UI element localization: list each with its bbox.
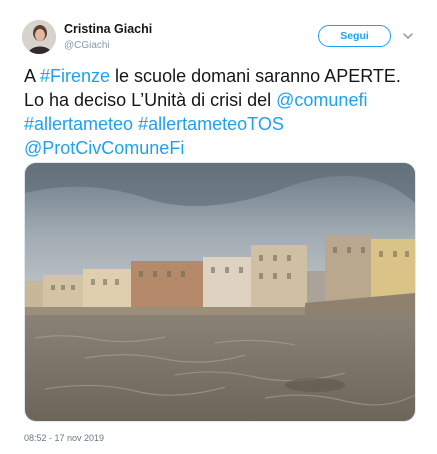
tweet-card: Cristina Giachi @CGiachi Segui A #Firenz… bbox=[0, 0, 437, 454]
avatar[interactable] bbox=[22, 20, 56, 54]
tweet-photo[interactable] bbox=[24, 162, 416, 422]
tweet-line-4: @ProtCivComuneFi bbox=[24, 136, 424, 160]
hashtag-firenze-link[interactable]: #Firenze bbox=[40, 66, 110, 86]
tweet-line-1: A #Firenze le scuole domani saranno APER… bbox=[24, 64, 424, 88]
chevron-down-icon[interactable] bbox=[402, 31, 414, 41]
hashtag-allertameteotos-link[interactable]: #allertameteoTOS bbox=[138, 114, 284, 134]
follow-button[interactable]: Segui bbox=[318, 25, 391, 47]
tweet-line-3: #allertameteo #allertameteoTOS bbox=[24, 112, 424, 136]
author-handle[interactable]: @CGiachi bbox=[64, 40, 110, 51]
mention-comunefi-link[interactable]: @comunefi bbox=[276, 90, 367, 110]
author-name[interactable]: Cristina Giachi bbox=[64, 22, 152, 36]
tweet-text: A #Firenze le scuole domani saranno APER… bbox=[24, 64, 424, 160]
mention-protcivcomunefi-link[interactable]: @ProtCivComuneFi bbox=[24, 138, 184, 158]
timestamp[interactable]: 08:52 - 17 nov 2019 bbox=[24, 433, 104, 443]
tweet-text-segment: Lo ha deciso L’Unità di crisi del bbox=[24, 90, 277, 110]
tweet-line-2: Lo ha deciso L’Unità di crisi del @comun… bbox=[24, 88, 424, 112]
flooded-river-photo bbox=[25, 163, 415, 421]
tweet-text-segment: le scuole domani saranno APERTE. bbox=[110, 66, 401, 86]
tweet-text-segment: A bbox=[24, 66, 41, 86]
avatar-photo bbox=[22, 20, 56, 54]
hashtag-allertameteo-link[interactable]: #allertameteo bbox=[24, 114, 133, 134]
